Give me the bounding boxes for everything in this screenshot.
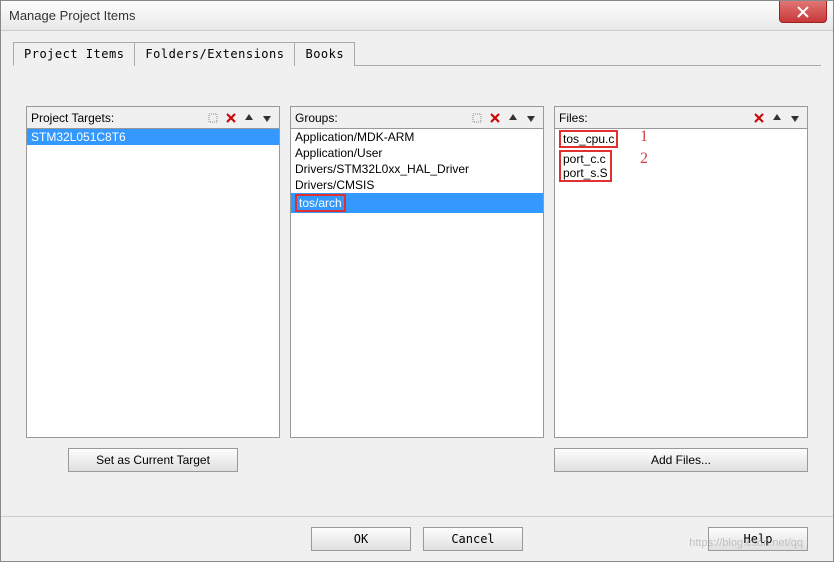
group-item-label: tos/arch [299, 196, 342, 210]
new-icon[interactable] [469, 110, 485, 126]
groups-header: Groups: [290, 106, 544, 128]
up-icon[interactable] [769, 110, 785, 126]
new-icon[interactable] [205, 110, 221, 126]
cancel-button[interactable]: Cancel [423, 527, 523, 551]
down-icon[interactable] [523, 110, 539, 126]
tab-container: Project Items Folders/Extensions Books [1, 31, 833, 66]
file-item-label: tos_cpu.c [563, 132, 614, 146]
group-item[interactable]: Drivers/STM32L0xx_HAL_Driver [291, 161, 543, 177]
groups-title: Groups: [295, 111, 338, 125]
annotation-1: 1 [640, 128, 648, 146]
close-button[interactable] [779, 1, 827, 23]
window-title: Manage Project Items [9, 8, 135, 23]
files-toolbar [751, 110, 803, 126]
annotation-2: 2 [640, 150, 648, 168]
project-targets-panel: Project Targets: STM32L051C8T6 Set as Cu… [26, 106, 280, 472]
targets-title: Project Targets: [31, 111, 114, 125]
ok-button[interactable]: OK [311, 527, 411, 551]
targets-toolbar [205, 110, 275, 126]
target-item[interactable]: STM32L051C8T6 [27, 129, 279, 145]
tab-folders-extensions[interactable]: Folders/Extensions [134, 42, 295, 66]
file-item-label: port_c.c [563, 152, 606, 166]
bottom-bar: OK Cancel Help [1, 516, 833, 551]
titlebar: Manage Project Items [1, 1, 833, 31]
delete-icon[interactable] [487, 110, 503, 126]
file-item[interactable]: port_c.cport_s.S [555, 149, 807, 183]
up-icon[interactable] [505, 110, 521, 126]
down-icon[interactable] [787, 110, 803, 126]
groups-listbox[interactable]: Application/MDK-ARM Application/User Dri… [290, 128, 544, 438]
delete-icon[interactable] [223, 110, 239, 126]
targets-listbox[interactable]: STM32L051C8T6 [26, 128, 280, 438]
down-icon[interactable] [259, 110, 275, 126]
manage-project-items-dialog: Manage Project Items Project Items Folde… [0, 0, 834, 562]
group-item[interactable]: Application/MDK-ARM [291, 129, 543, 145]
targets-header: Project Targets: [26, 106, 280, 128]
file-item[interactable]: tos_cpu.c [555, 129, 807, 149]
help-button[interactable]: Help [708, 527, 808, 551]
files-title: Files: [559, 111, 588, 125]
files-listbox[interactable]: tos_cpu.c port_c.cport_s.S [554, 128, 808, 438]
add-files-button[interactable]: Add Files... [554, 448, 808, 472]
set-current-target-button[interactable]: Set as Current Target [68, 448, 238, 472]
close-icon [797, 6, 809, 18]
files-header: Files: [554, 106, 808, 128]
tab-project-items[interactable]: Project Items [13, 42, 135, 66]
groups-toolbar [469, 110, 539, 126]
group-item-selected[interactable]: tos/arch [291, 193, 543, 213]
content-area: Project Targets: STM32L051C8T6 Set as Cu… [1, 66, 833, 482]
file-item-label: port_s.S [563, 166, 608, 180]
group-item[interactable]: Drivers/CMSIS [291, 177, 543, 193]
groups-panel: Groups: Application/MDK-ARM Application/… [290, 106, 544, 472]
tab-books[interactable]: Books [294, 42, 355, 66]
delete-icon[interactable] [751, 110, 767, 126]
files-panel: Files: tos_cpu.c port_c.cport_s.S Add Fi… [554, 106, 808, 472]
up-icon[interactable] [241, 110, 257, 126]
tabs: Project Items Folders/Extensions Books [13, 41, 821, 66]
group-item[interactable]: Application/User [291, 145, 543, 161]
